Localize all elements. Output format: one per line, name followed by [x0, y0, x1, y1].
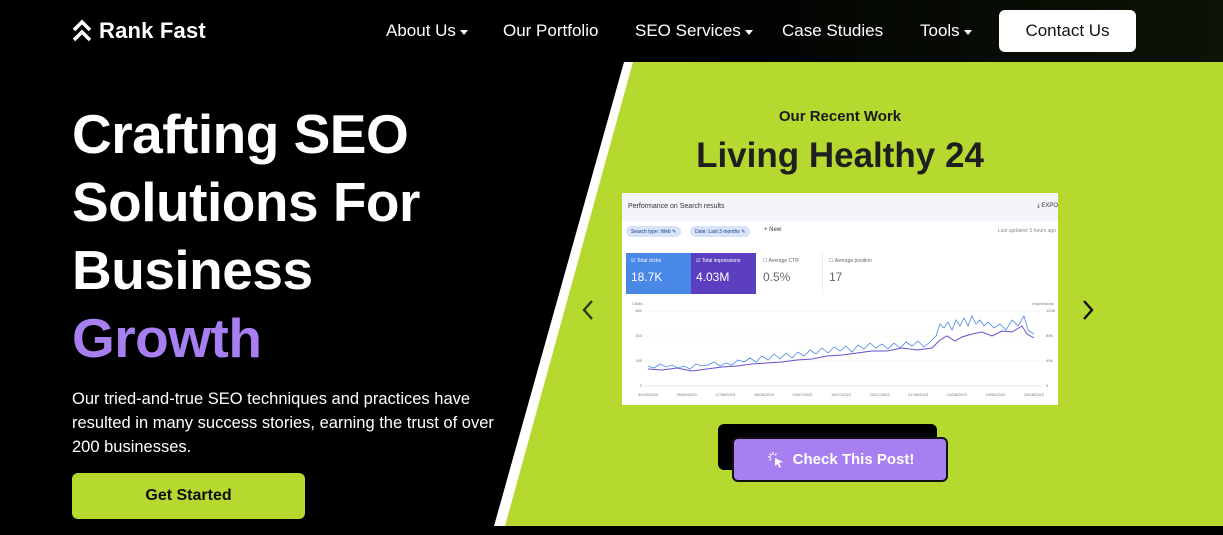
- metric-average-position: ☐ Average position 17: [824, 253, 889, 294]
- y-right-tick-label: 80K: [1046, 333, 1053, 338]
- project-title: Living Healthy 24: [696, 136, 984, 175]
- x-tick-label: 26/06/2023: [754, 392, 775, 397]
- cursor-click-icon: [767, 451, 783, 468]
- y-left-tick-label: 0: [640, 383, 643, 388]
- hero-title-accent: Growth: [72, 307, 262, 369]
- screenshot-updated: Last updated: 5 hours ago: [997, 228, 1056, 234]
- metric-value: 17: [829, 270, 843, 284]
- metric-value: 18.7K: [631, 270, 663, 284]
- nav-case-studies-label: Case Studies: [782, 21, 884, 40]
- metric-value: 4.03M: [696, 270, 730, 284]
- pencil-icon: ✎: [672, 229, 677, 235]
- x-tick-label: 28/08/2023: [1024, 392, 1045, 397]
- nav-about-us-label: About Us: [386, 21, 456, 40]
- y-left-tick-label: 450: [635, 308, 642, 313]
- download-icon: ⤓: [1036, 203, 1040, 209]
- hero-title-line2: Solutions For: [72, 171, 420, 233]
- hero-description: Our tried-and-true SEO techniques and pr…: [72, 390, 494, 456]
- x-tick-label: 17/06/2023: [715, 392, 736, 397]
- nav-seo-services[interactable]: SEO Services: [635, 21, 753, 41]
- screenshot-title: Performance on Search results: [628, 203, 725, 210]
- hero-title-line1: Crafting SEO: [72, 103, 409, 165]
- pencil-icon: ✎: [741, 229, 746, 235]
- y-right-axis-title: Impressions: [1032, 301, 1054, 306]
- caret-down-icon: [963, 29, 972, 35]
- metric-average-ctr: ☐ Average CTR 0.5%: [758, 253, 823, 294]
- y-right-tick-label: 40K: [1046, 358, 1053, 363]
- x-tick-label: 23/07/2023: [870, 392, 891, 397]
- nav-case-studies[interactable]: Case Studies: [782, 21, 883, 41]
- metric-label-text: Total impressions: [701, 258, 741, 264]
- metric-label: ☑ Total clicks: [631, 258, 686, 264]
- contact-us-button[interactable]: Contact Us: [999, 10, 1136, 52]
- y-left-axis-title: Clicks: [632, 301, 643, 306]
- metric-label-text: Average position: [834, 258, 872, 264]
- portfolio-screenshot: Performance on Search results ⤓ EXPO Sea…: [622, 193, 1058, 405]
- metric-label: ☐ Average position: [829, 258, 884, 264]
- chevron-left-icon[interactable]: [579, 296, 597, 324]
- nav-tools[interactable]: Tools: [920, 21, 972, 41]
- metric-label: ☑ Total impressions: [696, 258, 751, 264]
- x-tick-label: 01/08/2023: [908, 392, 929, 397]
- filter-chip-search-type-label: Search type: Web: [631, 229, 671, 235]
- y-left-tick-label: 150: [635, 358, 642, 363]
- x-tick-label: 19/08/2023: [985, 392, 1006, 397]
- y-right-tick-label: 0: [1046, 383, 1049, 388]
- nav-seo-services-label: SEO Services: [635, 21, 741, 40]
- caret-down-icon: [459, 29, 468, 35]
- recent-work-label: Our Recent Work: [778, 108, 902, 125]
- impressions-line: [647, 325, 1035, 372]
- x-tick-label: 30/05/2023: [638, 392, 659, 397]
- metric-value: 0.5%: [763, 270, 791, 284]
- chevron-right-icon[interactable]: [1079, 296, 1097, 324]
- screenshot-new: + New: [764, 227, 781, 233]
- x-tick-label: 09/06/2023: [677, 392, 698, 397]
- logo[interactable]: Rank Fast: [72, 18, 206, 44]
- metric-label-text: Average CTR: [768, 258, 799, 264]
- x-tick-label: 05/07/2023: [792, 392, 813, 397]
- check-this-post-label: Check This Post!: [792, 451, 915, 468]
- filter-chip-date: Date: Last 3 months ✎: [690, 226, 751, 237]
- filter-chip-search-type: Search type: Web ✎: [626, 226, 682, 237]
- logo-chevrons-icon: [72, 19, 92, 42]
- y-left-tick-label: 300: [635, 333, 642, 338]
- filter-chip-date-label: Date: Last 3 months: [695, 229, 740, 235]
- get-started-button[interactable]: Get Started: [72, 473, 305, 519]
- screenshot-new-label: New: [769, 227, 782, 233]
- caret-down-icon: [744, 29, 753, 35]
- screenshot-export-label: EXPO: [1041, 203, 1058, 209]
- x-tick-label: 10/08/2023: [947, 392, 968, 397]
- check-this-post-button[interactable]: Check This Post!: [732, 437, 948, 482]
- hero-title-line3: Business: [72, 239, 313, 301]
- metric-total-impressions: ☑ Total impressions 4.03M: [691, 253, 756, 294]
- screenshot-export: ⤓ EXPO: [1037, 203, 1058, 210]
- chart-tick-labels: Clicks Impressions 450 300 150 0 120K 80K 40K 0 30…: [632, 301, 1056, 397]
- metric-label-text: Total clicks: [636, 258, 661, 264]
- nav-about-us[interactable]: About Us: [386, 21, 468, 41]
- nav-our-portfolio[interactable]: Our Portfolio: [503, 21, 598, 41]
- hero-title: Crafting SEO Solutions For Business Grow…: [72, 100, 492, 372]
- nav-tools-label: Tools: [920, 21, 960, 40]
- top-navbar: Rank Fast About Us Our Portfolio SEO Ser…: [0, 0, 1223, 62]
- metric-label: ☐ Average CTR: [763, 258, 817, 264]
- nav-portfolio-label: Our Portfolio: [503, 21, 599, 40]
- y-right-tick-label: 120K: [1046, 308, 1056, 313]
- performance-chart: Clicks Impressions 450 300 150 0 120K 80K 40K 0 30…: [632, 301, 1056, 397]
- metric-total-clicks: ☑ Total clicks 18.7K: [626, 253, 691, 294]
- x-tick-label: 14/07/2023: [831, 392, 852, 397]
- logo-text: Rank Fast: [99, 18, 206, 43]
